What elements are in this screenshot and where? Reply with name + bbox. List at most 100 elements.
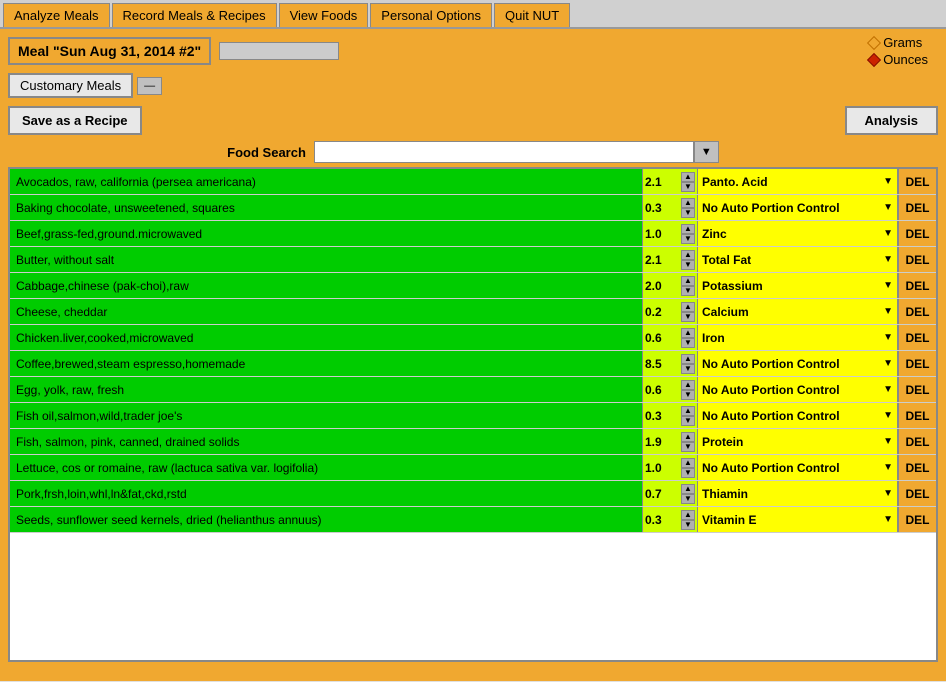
qty-down-4[interactable]: ▼	[681, 286, 695, 296]
qty-up-9[interactable]: ▲	[681, 406, 695, 416]
search-dropdown-button[interactable]: ▼	[694, 141, 719, 163]
food-qty-spinner-8: ▲ ▼	[681, 380, 695, 400]
nutrient-dropdown-3[interactable]: ▼	[883, 254, 893, 265]
meal-title: Meal "Sun Aug 31, 2014 #2"	[8, 37, 211, 65]
food-nutrient-6: Iron ▼	[698, 325, 898, 350]
qty-down-1[interactable]: ▼	[681, 208, 695, 218]
qty-down-0[interactable]: ▼	[681, 182, 695, 192]
qty-up-7[interactable]: ▲	[681, 354, 695, 364]
analysis-button[interactable]: Analysis	[845, 106, 938, 135]
qty-down-13[interactable]: ▼	[681, 520, 695, 530]
food-qty-value-9: 0.3	[645, 409, 662, 423]
qty-up-5[interactable]: ▲	[681, 302, 695, 312]
nutrient-dropdown-1[interactable]: ▼	[883, 202, 893, 213]
food-del-5[interactable]: DEL	[898, 299, 936, 324]
food-del-13[interactable]: DEL	[898, 507, 936, 532]
qty-down-8[interactable]: ▼	[681, 390, 695, 400]
nav-tab-2[interactable]: View Foods	[279, 3, 369, 27]
nutrient-dropdown-10[interactable]: ▼	[883, 436, 893, 447]
qty-down-7[interactable]: ▼	[681, 364, 695, 374]
nutrient-dropdown-11[interactable]: ▼	[883, 462, 893, 473]
food-qty-value-5: 0.2	[645, 305, 662, 319]
food-qty-spinner-0: ▲ ▼	[681, 172, 695, 192]
food-del-6[interactable]: DEL	[898, 325, 936, 350]
qty-down-10[interactable]: ▼	[681, 442, 695, 452]
meal-progress-bar	[219, 42, 339, 60]
nutrient-dropdown-13[interactable]: ▼	[883, 514, 893, 525]
food-del-2[interactable]: DEL	[898, 221, 936, 246]
qty-down-2[interactable]: ▼	[681, 234, 695, 244]
nutrient-dropdown-8[interactable]: ▼	[883, 384, 893, 395]
food-row: Pork,frsh,loin,whl,ln&fat,ckd,rstd 0.7 ▲…	[10, 481, 936, 507]
qty-down-3[interactable]: ▼	[681, 260, 695, 270]
qty-down-5[interactable]: ▼	[681, 312, 695, 322]
food-del-9[interactable]: DEL	[898, 403, 936, 428]
qty-up-8[interactable]: ▲	[681, 380, 695, 390]
nutrient-dropdown-12[interactable]: ▼	[883, 488, 893, 499]
qty-down-6[interactable]: ▼	[681, 338, 695, 348]
ounces-label: Ounces	[883, 52, 928, 67]
food-del-1[interactable]: DEL	[898, 195, 936, 220]
food-nutrient-10: Protein ▼	[698, 429, 898, 454]
food-nutrient-12: Thiamin ▼	[698, 481, 898, 506]
food-search-input[interactable]	[314, 141, 694, 163]
nutrient-dropdown-4[interactable]: ▼	[883, 280, 893, 291]
qty-up-3[interactable]: ▲	[681, 250, 695, 260]
food-del-12[interactable]: DEL	[898, 481, 936, 506]
food-del-11[interactable]: DEL	[898, 455, 936, 480]
nav-tab-1[interactable]: Record Meals & Recipes	[112, 3, 277, 27]
food-row: Cheese, cheddar 0.2 ▲ ▼ Calcium ▼ DEL	[10, 299, 936, 325]
qty-up-12[interactable]: ▲	[681, 484, 695, 494]
food-del-8[interactable]: DEL	[898, 377, 936, 402]
food-del-10[interactable]: DEL	[898, 429, 936, 454]
food-del-0[interactable]: DEL	[898, 169, 936, 194]
food-name-10: Fish, salmon, pink, canned, drained soli…	[10, 429, 643, 454]
qty-up-2[interactable]: ▲	[681, 224, 695, 234]
food-qty-spinner-10: ▲ ▼	[681, 432, 695, 452]
food-name-7: Coffee,brewed,steam espresso,homemade	[10, 351, 643, 376]
food-del-3[interactable]: DEL	[898, 247, 936, 272]
food-nutrient-5: Calcium ▼	[698, 299, 898, 324]
grams-ounces: Grams Ounces	[869, 35, 928, 67]
nutrient-label-2: Zinc	[702, 227, 727, 241]
qty-up-10[interactable]: ▲	[681, 432, 695, 442]
food-qty-8: 0.6 ▲ ▼	[643, 377, 698, 402]
food-qty-value-3: 2.1	[645, 253, 662, 267]
nav-tab-3[interactable]: Personal Options	[370, 3, 492, 27]
qty-down-9[interactable]: ▼	[681, 416, 695, 426]
qty-up-6[interactable]: ▲	[681, 328, 695, 338]
nutrient-dropdown-9[interactable]: ▼	[883, 410, 893, 421]
customary-meals-button[interactable]: Customary Meals	[8, 73, 133, 98]
food-qty-4: 2.0 ▲ ▼	[643, 273, 698, 298]
nav-tab-4[interactable]: Quit NUT	[494, 3, 570, 27]
nutrient-dropdown-5[interactable]: ▼	[883, 306, 893, 317]
customary-arrow-button[interactable]: —	[137, 77, 162, 95]
food-nutrient-3: Total Fat ▼	[698, 247, 898, 272]
nutrient-dropdown-7[interactable]: ▼	[883, 358, 893, 369]
qty-up-1[interactable]: ▲	[681, 198, 695, 208]
food-del-7[interactable]: DEL	[898, 351, 936, 376]
food-del-4[interactable]: DEL	[898, 273, 936, 298]
qty-up-0[interactable]: ▲	[681, 172, 695, 182]
ounces-item[interactable]: Ounces	[869, 52, 928, 67]
food-qty-value-2: 1.0	[645, 227, 662, 241]
grams-item[interactable]: Grams	[869, 35, 922, 50]
qty-down-11[interactable]: ▼	[681, 468, 695, 478]
qty-up-11[interactable]: ▲	[681, 458, 695, 468]
qty-down-12[interactable]: ▼	[681, 494, 695, 504]
nutrient-dropdown-6[interactable]: ▼	[883, 332, 893, 343]
qty-up-13[interactable]: ▲	[681, 510, 695, 520]
food-name-8: Egg, yolk, raw, fresh	[10, 377, 643, 402]
customary-row: Customary Meals —	[8, 73, 938, 98]
food-nutrient-1: No Auto Portion Control ▼	[698, 195, 898, 220]
foods-container: Avocados, raw, california (persea americ…	[8, 167, 938, 662]
nutrient-dropdown-2[interactable]: ▼	[883, 228, 893, 239]
qty-up-4[interactable]: ▲	[681, 276, 695, 286]
food-name-9: Fish oil,salmon,wild,trader joe's	[10, 403, 643, 428]
food-qty-2: 1.0 ▲ ▼	[643, 221, 698, 246]
nutrient-dropdown-0[interactable]: ▼	[883, 176, 893, 187]
nutrient-label-4: Potassium	[702, 279, 763, 293]
save-recipe-button[interactable]: Save as a Recipe	[8, 106, 142, 135]
nav-tab-0[interactable]: Analyze Meals	[3, 3, 110, 27]
food-qty-11: 1.0 ▲ ▼	[643, 455, 698, 480]
